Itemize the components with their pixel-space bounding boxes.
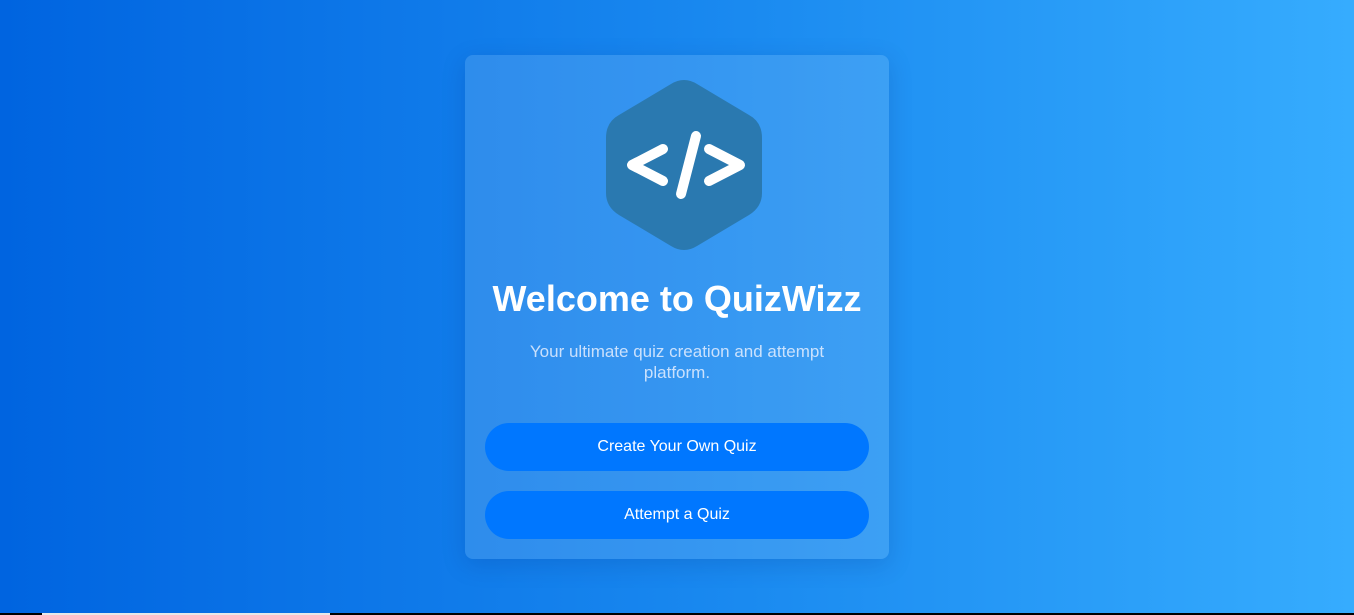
create-quiz-button[interactable]: Create Your Own Quiz — [485, 423, 869, 471]
code-brackets-icon — [606, 80, 762, 250]
welcome-card: Welcome to QuizWizz Your ultimate quiz c… — [465, 55, 889, 559]
page-title: Welcome to QuizWizz — [492, 278, 862, 319]
attempt-quiz-button[interactable]: Attempt a Quiz — [485, 491, 869, 539]
page-subtitle: Your ultimate quiz creation and attempt … — [529, 342, 825, 382]
